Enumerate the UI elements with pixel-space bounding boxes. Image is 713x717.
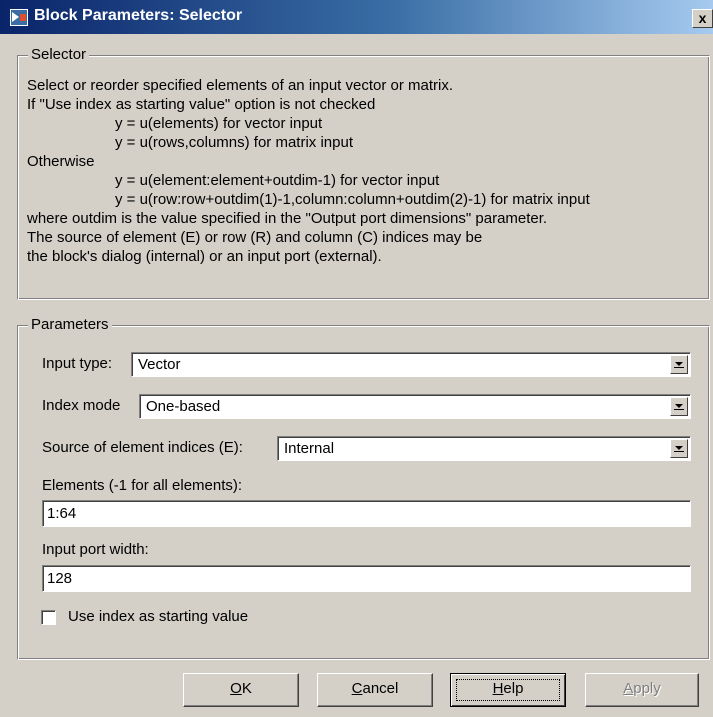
help-button[interactable]: Help	[450, 673, 566, 707]
chevron-down-icon[interactable]	[670, 355, 688, 374]
source-of-indices-value: Internal	[284, 440, 335, 457]
input-port-width-input[interactable]	[42, 565, 691, 592]
description-line: y = u(element:element+outdim-1) for vect…	[115, 172, 440, 189]
simulink-block-icon	[10, 9, 28, 26]
description-line: Otherwise	[27, 153, 95, 170]
title-bar[interactable]: Block Parameters: Selector x	[0, 0, 713, 34]
elements-label: Elements (-1 for all elements):	[42, 477, 243, 494]
close-icon: x	[698, 10, 707, 26]
ok-mnemonic: O	[230, 680, 242, 697]
description-line: Select or reorder specified elements of …	[27, 77, 454, 94]
cancel-label-rest: ancel	[362, 680, 399, 697]
description-line: the block's dialog (internal) or an inpu…	[27, 248, 382, 265]
index-mode-select[interactable]: One-based	[139, 394, 691, 419]
input-type-label: Input type:	[42, 355, 113, 372]
use-index-checkbox[interactable]	[41, 610, 56, 625]
source-of-indices-select[interactable]: Internal	[277, 436, 691, 461]
parameters-group-legend: Parameters	[28, 316, 112, 333]
description-line: where outdim is the value specified in t…	[27, 210, 548, 227]
description-line: If "Use index as starting value" option …	[27, 96, 376, 113]
apply-mnemonic: A	[623, 680, 634, 697]
cancel-mnemonic: C	[351, 680, 363, 697]
window-title: Block Parameters: Selector	[34, 7, 243, 24]
ok-button[interactable]: OK	[183, 673, 299, 707]
source-of-indices-label: Source of element indices (E):	[42, 439, 243, 456]
description-line: y = u(row:row+outdim(1)-1,column:column+…	[115, 191, 590, 208]
block-description: Select or reorder specified elements of …	[27, 76, 590, 266]
selector-group-legend: Selector	[28, 46, 90, 63]
cancel-button[interactable]: Cancel	[317, 673, 433, 707]
description-line: y = u(elements) for vector input	[115, 115, 323, 132]
description-line: y = u(rows,columns) for matrix input	[115, 134, 353, 151]
chevron-down-icon[interactable]	[670, 439, 688, 458]
index-mode-label: Index mode	[42, 397, 121, 414]
input-type-select[interactable]: Vector	[131, 352, 691, 377]
close-button[interactable]: x	[692, 9, 713, 28]
use-index-checkbox-label[interactable]: Use index as starting value	[68, 608, 248, 625]
apply-label-rest: pply	[633, 680, 661, 697]
chevron-down-icon[interactable]	[670, 397, 688, 416]
input-port-width-label: Input port width:	[42, 541, 149, 558]
description-line: The source of element (E) or row (R) and…	[27, 229, 483, 246]
focus-rectangle	[456, 679, 560, 701]
index-mode-value: One-based	[146, 398, 221, 415]
elements-input[interactable]	[42, 500, 691, 527]
ok-label-rest: K	[241, 680, 252, 697]
input-type-value: Vector	[138, 356, 181, 373]
apply-button[interactable]: Apply	[585, 673, 699, 707]
